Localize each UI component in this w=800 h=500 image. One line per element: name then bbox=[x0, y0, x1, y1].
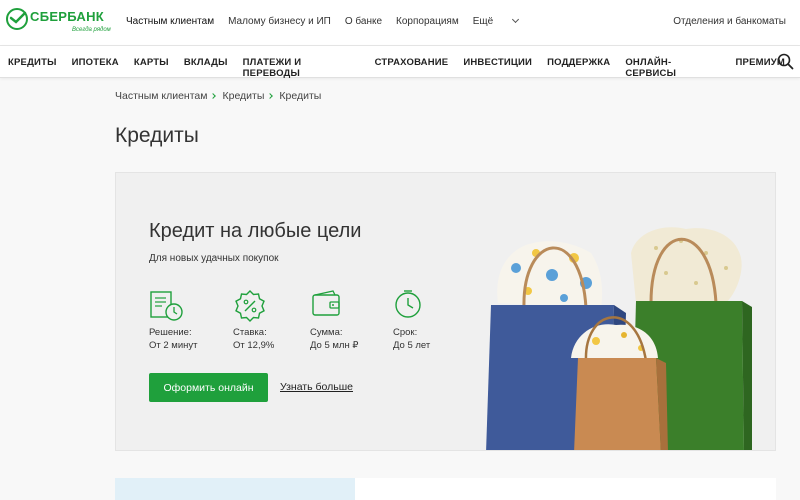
breadcrumb-item-credits[interactable]: Кредиты bbox=[222, 90, 264, 102]
feature-term: Срок: До 5 лет bbox=[393, 289, 430, 351]
mainnav-cards[interactable]: КАРТЫ bbox=[134, 57, 169, 79]
promo-subtitle: Для новых удачных покупок bbox=[149, 253, 279, 264]
feature-decision-value: От 2 минут bbox=[149, 340, 198, 351]
apply-online-button[interactable]: Оформить онлайн bbox=[149, 373, 268, 402]
topnav-more[interactable]: Ещё bbox=[472, 15, 520, 27]
logo-tagline: Всегда рядом bbox=[72, 27, 111, 33]
percent-badge-icon bbox=[235, 290, 265, 322]
shopping-bags-image bbox=[486, 227, 752, 450]
feature-term-value: До 5 лет bbox=[393, 340, 431, 351]
learn-more-link[interactable]: Узнать больше bbox=[280, 381, 353, 393]
mainnav-credits[interactable]: КРЕДИТЫ bbox=[8, 57, 57, 79]
mainnav-support[interactable]: ПОДДЕРЖКА bbox=[547, 57, 610, 79]
topnav-private-clients[interactable]: Частным клиентам bbox=[126, 16, 214, 27]
feature-rate-value: От 12,9% bbox=[233, 340, 275, 351]
wallet-icon bbox=[312, 290, 340, 316]
branches-atms-link[interactable]: Отделения и банкоматы bbox=[673, 16, 786, 27]
feature-rate: Ставка: От 12,9% bbox=[233, 289, 274, 351]
feature-decision: Решение: От 2 минут bbox=[149, 289, 198, 351]
feature-rate-label: Ставка: bbox=[233, 327, 267, 338]
sberbank-logo[interactable]: СБЕРБАНК Всегда рядом bbox=[6, 8, 116, 38]
mainnav-payments[interactable]: ПЛАТЕЖИ И ПЕРЕВОДЫ bbox=[243, 57, 360, 79]
clock-icon bbox=[395, 290, 421, 318]
feature-amount-value: До 5 млн ₽ bbox=[310, 340, 359, 351]
chevron-right-icon bbox=[210, 93, 217, 99]
feature-decision-label: Решение: bbox=[149, 327, 192, 338]
logo-brand: СБЕРБАНК bbox=[30, 9, 105, 24]
breadcrumb-item-current: Кредиты bbox=[279, 90, 322, 102]
top-header: СБЕРБАНК Всегда рядом Частным клиентам М… bbox=[0, 0, 800, 46]
promo-title: Кредит на любые цели bbox=[149, 220, 362, 242]
topnav-about-bank[interactable]: О банке bbox=[345, 16, 382, 27]
next-section-panel bbox=[115, 478, 355, 500]
page-title: Кредиты bbox=[115, 124, 199, 147]
mainnav-online-services[interactable]: ОНЛАЙН-СЕРВИСЫ bbox=[625, 57, 720, 79]
document-timer-icon bbox=[150, 291, 183, 321]
breadcrumb: Частным клиентам Кредиты Кредиты bbox=[115, 90, 321, 102]
sberbank-logo-icon bbox=[6, 8, 28, 30]
promo-card: Кредит на любые цели Для новых удачных п… bbox=[115, 172, 776, 451]
chevron-right-icon bbox=[267, 93, 274, 99]
feature-amount: Сумма: До 5 млн ₽ bbox=[310, 289, 358, 351]
mainnav-insurance[interactable]: СТРАХОВАНИЕ bbox=[375, 57, 449, 79]
top-nav: Частным клиентам Малому бизнесу и ИП О б… bbox=[126, 15, 532, 27]
feature-amount-label: Сумма: bbox=[310, 327, 343, 338]
chevron-down-icon bbox=[512, 15, 520, 24]
next-section-preview bbox=[115, 478, 776, 500]
feature-term-label: Срок: bbox=[393, 327, 418, 338]
mainnav-mortgage[interactable]: ИПОТЕКА bbox=[72, 57, 119, 79]
topnav-corporations[interactable]: Корпорациям bbox=[396, 16, 459, 27]
search-icon[interactable] bbox=[777, 53, 794, 70]
main-nav: КРЕДИТЫ ИПОТЕКА КАРТЫ ВКЛАДЫ ПЛАТЕЖИ И П… bbox=[0, 46, 800, 79]
mainnav-investments[interactable]: ИНВЕСТИЦИИ bbox=[463, 57, 532, 79]
topnav-more-label: Ещё bbox=[472, 16, 494, 27]
mainnav-deposits[interactable]: ВКЛАДЫ bbox=[184, 57, 228, 79]
topnav-small-business[interactable]: Малому бизнесу и ИП bbox=[228, 16, 331, 27]
breadcrumb-item-private-clients[interactable]: Частным клиентам bbox=[115, 90, 207, 102]
